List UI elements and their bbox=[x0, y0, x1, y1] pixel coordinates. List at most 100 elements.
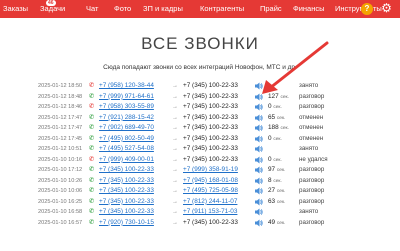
nav-foto-label: Фото bbox=[114, 4, 132, 13]
duration-unit: сек. bbox=[273, 178, 282, 184]
play-recording-icon[interactable] bbox=[255, 165, 263, 175]
call-duration: 8 сек. bbox=[268, 176, 282, 187]
play-recording-icon[interactable] bbox=[255, 144, 263, 154]
play-recording-icon[interactable] bbox=[255, 92, 263, 102]
nav-finansy[interactable]: Финансы bbox=[293, 4, 325, 14]
nav-prais-label: Прайс bbox=[260, 4, 282, 13]
duration-value: 63 bbox=[268, 197, 276, 205]
duration-unit: сек. bbox=[273, 136, 282, 142]
nav-instrumenty[interactable]: Инструменты bbox=[335, 4, 382, 14]
direction-arrow-icon: → bbox=[172, 135, 178, 142]
call-date: 2025-01-12 17:47 bbox=[38, 125, 83, 131]
phone-icon: ✆ bbox=[89, 155, 95, 163]
call-status: разговор bbox=[299, 166, 325, 173]
help-icon[interactable]: ? bbox=[361, 3, 373, 15]
caller-number-link[interactable]: +7 (958) 120-38-44 bbox=[99, 81, 154, 91]
phone-icon: ✆ bbox=[89, 145, 95, 152]
caller-number-link[interactable]: +7 (495) 802-50-49 bbox=[99, 134, 154, 144]
call-row: 2025-01-10 10:26 ✆ +7 (345) 100-22-33 → +7 (… bbox=[0, 176, 400, 186]
call-row: 2025-01-10 10:16 ✆ +7 (999) 409-00-01 → +7 (… bbox=[0, 155, 400, 165]
gear-icon[interactable]: ⚙ bbox=[380, 2, 393, 15]
caller-number-link[interactable]: +7 (345) 100-22-33 bbox=[99, 165, 154, 175]
duration-unit: сек. bbox=[276, 189, 286, 194]
play-recording-icon[interactable] bbox=[255, 155, 263, 165]
call-duration: 63 сек. bbox=[268, 197, 285, 208]
phone-icon: ✆ bbox=[89, 187, 95, 194]
play-recording-icon[interactable] bbox=[255, 207, 263, 217]
call-row: 2025-01-10 16:58 ✆ +7 (345) 100-22-33 → +7 (… bbox=[0, 207, 400, 217]
play-recording-icon[interactable] bbox=[255, 197, 263, 207]
call-row: 2025-01-10 10:06 ✆ +7 (345) 100-22-33 → +7 (… bbox=[0, 186, 400, 196]
direction-arrow-icon: → bbox=[172, 167, 178, 173]
duration-value: 65 bbox=[268, 113, 276, 121]
play-recording-icon[interactable] bbox=[255, 218, 263, 228]
caller-number-link[interactable]: +7 (345) 100-22-33 bbox=[99, 197, 154, 207]
call-duration: 0 сек. bbox=[268, 134, 282, 145]
call-date: 2025-01-12 10:51 bbox=[38, 146, 83, 152]
call-row: 2025-01-10 16:57 ✆ +7 (920) 730-10-15 → +7 (… bbox=[0, 218, 400, 228]
call-row: 2025-01-12 18:46 ✆ +7 (958) 303-55-89 → +7 (… bbox=[0, 102, 400, 112]
direction-arrow-icon: → bbox=[172, 125, 178, 131]
callee-number[interactable]: +7 (495) 725-05-98 bbox=[183, 186, 238, 196]
duration-unit: сек. bbox=[273, 157, 282, 163]
page-title: ВСЕ ЗВОНКИ bbox=[141, 34, 259, 53]
phone-icon: ✆ bbox=[89, 166, 95, 173]
call-status: отменен bbox=[299, 124, 324, 131]
callee-number: +7 (345) 100-22-33 bbox=[183, 113, 238, 121]
direction-arrow-icon: → bbox=[172, 104, 178, 110]
caller-number-link[interactable]: +7 (345) 100-22-33 bbox=[99, 207, 154, 217]
nav-chat[interactable]: Чат bbox=[86, 4, 98, 14]
caller-number-link[interactable]: +7 (999) 971-64-61 bbox=[99, 92, 154, 102]
nav-prais[interactable]: Прайс bbox=[260, 4, 282, 14]
caller-number-link[interactable]: +7 (958) 303-55-89 bbox=[99, 102, 154, 112]
direction-arrow-icon: → bbox=[172, 219, 178, 226]
phone-icon: ✆ bbox=[89, 113, 95, 121]
play-recording-icon[interactable] bbox=[255, 123, 263, 133]
callee-number[interactable]: +7 (812) 244-11-07 bbox=[183, 197, 237, 207]
direction-arrow-icon: → bbox=[172, 83, 178, 89]
call-date: 2025-01-12 17:45 bbox=[38, 135, 83, 142]
caller-number-link[interactable]: +7 (495) 527-54-08 bbox=[99, 144, 154, 154]
callee-number[interactable]: +7 (945) 168-01-08 bbox=[183, 176, 238, 186]
call-duration: 27 сек. bbox=[268, 186, 285, 197]
play-recording-icon[interactable] bbox=[255, 176, 263, 186]
play-recording-icon[interactable] bbox=[255, 81, 263, 91]
callee-number[interactable]: +7 (911) 153-71-03 bbox=[183, 207, 237, 217]
call-row: 2025-01-10 16:25 ✆ +7 (345) 100-22-33 → +7 (… bbox=[0, 197, 400, 207]
duration-value: 97 bbox=[268, 166, 276, 173]
play-recording-icon[interactable] bbox=[255, 102, 263, 112]
duration-unit: сек. bbox=[276, 168, 286, 173]
caller-number-link[interactable]: +7 (902) 689-49-70 bbox=[99, 123, 154, 133]
call-date: 2025-01-12 18:48 bbox=[38, 93, 83, 100]
caller-number-link[interactable]: +7 (999) 409-00-01 bbox=[99, 155, 154, 165]
duration-unit: сек. bbox=[276, 199, 286, 205]
call-duration: 49 сек. bbox=[268, 218, 285, 229]
phone-icon: ✆ bbox=[89, 124, 95, 131]
play-recording-icon[interactable] bbox=[255, 134, 263, 144]
call-date: 2025-01-10 10:16 bbox=[38, 156, 83, 163]
call-date: 2025-01-12 17:47 bbox=[38, 114, 83, 121]
call-row: 2025-01-12 10:51 ✆ +7 (495) 527-54-08 → +7 (… bbox=[0, 144, 400, 154]
call-row: 2025-01-12 17:45 ✆ +7 (495) 802-50-49 → +7 (… bbox=[0, 134, 400, 144]
caller-number-link[interactable]: +7 (920) 730-10-15 bbox=[99, 218, 154, 228]
caller-number-link[interactable]: +7 (921) 288-15-42 bbox=[99, 113, 154, 123]
play-recording-icon[interactable] bbox=[255, 186, 263, 196]
nav-zadachi[interactable]: Задачи 46 bbox=[40, 0, 65, 14]
call-date: 2025-01-10 17:12 bbox=[38, 167, 83, 173]
direction-arrow-icon: → bbox=[172, 114, 178, 121]
nav-zakazy[interactable]: Заказы bbox=[3, 4, 28, 14]
nav-chat-label: Чат bbox=[86, 4, 99, 13]
play-recording-icon[interactable] bbox=[255, 113, 263, 123]
nav-foto[interactable]: Фото bbox=[114, 4, 131, 14]
call-status: отменен bbox=[299, 134, 324, 142]
call-status: разговор bbox=[299, 103, 325, 110]
nav-zp[interactable]: ЗП и кадры bbox=[143, 4, 183, 14]
call-row: 2025-01-12 18:48 ✆ +7 (999) 971-64-61 → +7 (… bbox=[0, 92, 400, 102]
call-status: занято bbox=[299, 145, 319, 152]
caller-number-link[interactable]: +7 (345) 100-22-33 bbox=[99, 186, 154, 196]
duration-unit: сек. bbox=[276, 115, 286, 121]
caller-number-link[interactable]: +7 (345) 100-22-33 bbox=[99, 176, 154, 186]
callee-number[interactable]: +7 (999) 358-91-19 bbox=[183, 165, 238, 175]
phone-icon: ✆ bbox=[89, 197, 95, 205]
nav-kontragenty[interactable]: Контрагенты bbox=[200, 4, 244, 14]
